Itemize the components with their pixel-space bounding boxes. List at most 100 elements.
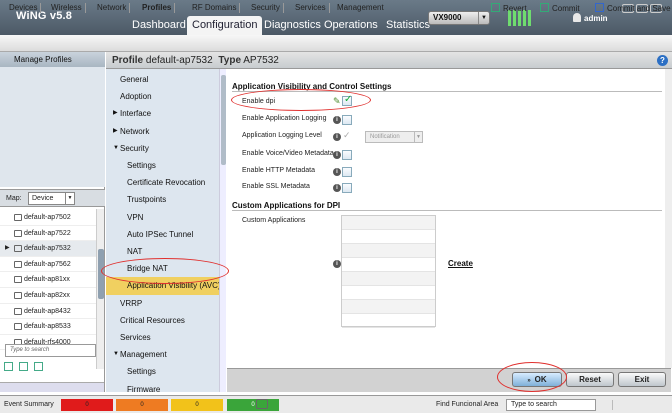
device-name: default-ap82xx bbox=[24, 292, 70, 299]
custom-apps-list[interactable] bbox=[341, 215, 436, 328]
content-scrollbar[interactable] bbox=[665, 69, 672, 368]
camera-icon[interactable] bbox=[256, 399, 268, 409]
map-select[interactable]: Device ▼ bbox=[28, 192, 75, 205]
subtab-wireless[interactable]: Wireless bbox=[48, 3, 86, 13]
subtab-management[interactable]: Management bbox=[334, 3, 387, 13]
nav-item[interactable]: ▼ Security bbox=[106, 140, 226, 157]
chevron-right-icon[interactable]: ▶ bbox=[113, 105, 118, 122]
user-name: admin bbox=[584, 14, 608, 23]
nav-item[interactable]: ▶ Network bbox=[106, 123, 226, 140]
enable-voice-video-checkbox[interactable] bbox=[342, 150, 352, 160]
annotation-ellipse-avc-nav bbox=[101, 258, 229, 284]
enable-http-checkbox[interactable] bbox=[342, 167, 352, 177]
nav-item[interactable]: VRRP bbox=[106, 295, 226, 312]
device-list-item[interactable]: default-ap7522 bbox=[0, 226, 96, 242]
nav-item[interactable]: Trustpoints bbox=[106, 191, 226, 208]
nav-item[interactable]: Certificate Revocation bbox=[106, 174, 226, 191]
subtab-services[interactable]: Services bbox=[292, 3, 330, 13]
chevron-down-icon[interactable]: ▼ bbox=[113, 346, 119, 363]
profile-tree-area bbox=[0, 67, 105, 187]
commit-and-save-button[interactable]: Commit and Save bbox=[595, 3, 671, 14]
device-search-input[interactable]: Type to search bbox=[5, 344, 96, 357]
save-icon bbox=[595, 3, 604, 12]
delete-icon[interactable] bbox=[34, 362, 43, 371]
tab-diagnostics[interactable]: Diagnostics bbox=[259, 16, 326, 35]
nav-item-label: Security bbox=[120, 143, 149, 153]
device-list-item[interactable]: ▶ default-ap7532 bbox=[0, 241, 96, 257]
subtab-devices[interactable]: Devices bbox=[6, 3, 42, 13]
create-link[interactable]: Create bbox=[448, 259, 473, 268]
device-list-scrollbar[interactable] bbox=[96, 209, 104, 369]
enable-voice-video-label: Enable Voice/Video Metadata bbox=[242, 150, 334, 157]
profile-header: Profile default-ap7532 Type AP7532 ? bbox=[106, 52, 672, 69]
event-minor-count[interactable]: 0 bbox=[171, 399, 223, 411]
event-summary-label: Event Summary bbox=[4, 401, 54, 408]
device-icon bbox=[14, 214, 22, 221]
subtab-rf-domains[interactable]: RF Domains bbox=[189, 3, 241, 13]
device-list-item[interactable]: default-ap7562 bbox=[0, 257, 96, 273]
nav-item[interactable]: VPN bbox=[106, 209, 226, 226]
device-name: default-ap7562 bbox=[24, 260, 71, 268]
enable-app-logging-label: Enable Application Logging bbox=[242, 115, 327, 122]
controller-selector[interactable]: VX9000 ▼ bbox=[428, 11, 490, 25]
nav-item[interactable]: ▼ Management bbox=[106, 346, 226, 363]
type-value: AP7532 bbox=[243, 55, 279, 66]
copy-icon[interactable] bbox=[19, 362, 28, 371]
event-normal-count[interactable]: 0 bbox=[227, 399, 279, 411]
chevron-down-icon: ▼ bbox=[65, 193, 74, 204]
user-menu[interactable]: admin bbox=[573, 13, 608, 23]
action-button-bar: » OK Reset Exit bbox=[227, 368, 671, 392]
nav-item[interactable]: ▶ Interface bbox=[106, 105, 226, 122]
expand-arrow-icon[interactable]: ▶ bbox=[5, 241, 10, 257]
device-icon bbox=[14, 260, 22, 268]
chevron-down-icon[interactable]: ▼ bbox=[113, 140, 119, 157]
tab-operations[interactable]: Operations bbox=[319, 16, 383, 35]
nav-item[interactable]: Adoption bbox=[106, 88, 226, 105]
nav-item-label: Settings bbox=[127, 367, 156, 377]
nav-item[interactable]: Settings bbox=[106, 363, 226, 380]
subtab-security[interactable]: Security bbox=[248, 3, 284, 13]
device-list-item[interactable]: default-ap8533 bbox=[0, 319, 96, 335]
exit-button[interactable]: Exit bbox=[618, 372, 666, 387]
device-list-item[interactable]: default-ap8432 bbox=[0, 304, 96, 320]
logging-level-select[interactable]: Notification ▼ bbox=[365, 131, 423, 143]
reset-button[interactable]: Reset bbox=[566, 372, 614, 387]
subtab-profiles[interactable]: Profiles bbox=[139, 3, 176, 13]
manage-profiles-header[interactable]: Manage Profiles bbox=[0, 52, 105, 67]
status-area bbox=[612, 400, 664, 410]
left-panel: Manage Profiles Map: Device ▼ default-ap7… bbox=[0, 52, 105, 392]
enable-app-logging-checkbox[interactable] bbox=[342, 115, 352, 125]
chevron-right-icon[interactable]: ▶ bbox=[113, 123, 118, 140]
nav-item[interactable]: General bbox=[106, 71, 226, 88]
tab-statistics[interactable]: Statistics bbox=[381, 16, 435, 35]
tab-dashboard[interactable]: Dashboard bbox=[127, 16, 191, 35]
enable-ssl-checkbox[interactable] bbox=[342, 183, 352, 193]
commit-button[interactable]: Commit bbox=[540, 3, 580, 14]
subtab-network[interactable]: Network bbox=[94, 3, 131, 13]
custom-apps-label: Custom Applications bbox=[242, 217, 306, 224]
device-icon bbox=[14, 229, 22, 237]
nav-scrollbar[interactable] bbox=[219, 69, 226, 392]
left-panel-hscrollbar[interactable] bbox=[0, 382, 104, 392]
device-list-item[interactable]: default-ap82xx bbox=[0, 288, 96, 304]
help-icon[interactable]: ? bbox=[657, 55, 668, 66]
nav-item[interactable]: Settings bbox=[106, 157, 226, 174]
nav-item[interactable]: Services bbox=[106, 329, 226, 346]
revert-button[interactable]: Revert bbox=[491, 3, 527, 14]
device-list-item[interactable]: default-ap7502 bbox=[0, 210, 96, 226]
nav-item-label: VRRP bbox=[120, 298, 143, 308]
device-icon bbox=[14, 245, 22, 253]
find-functional-area-input[interactable]: Type to search bbox=[506, 399, 596, 411]
device-icon bbox=[14, 323, 22, 331]
event-major-count[interactable]: 0 bbox=[116, 399, 168, 411]
avc-settings-panel: Application Visibility and Control Setti… bbox=[227, 69, 665, 368]
event-critical-count[interactable]: 0 bbox=[61, 399, 113, 411]
nav-item[interactable]: Auto IPSec Tunnel bbox=[106, 226, 226, 243]
add-icon[interactable] bbox=[4, 362, 13, 371]
annotation-ellipse-ok bbox=[497, 362, 567, 392]
nav-item[interactable]: Critical Resources bbox=[106, 312, 226, 329]
nav-item-label: Settings bbox=[127, 161, 156, 170]
device-list-item[interactable]: default-ap81xx bbox=[0, 272, 96, 288]
tab-configuration[interactable]: Configuration bbox=[187, 16, 263, 35]
chevron-down-icon: ▼ bbox=[478, 12, 489, 24]
